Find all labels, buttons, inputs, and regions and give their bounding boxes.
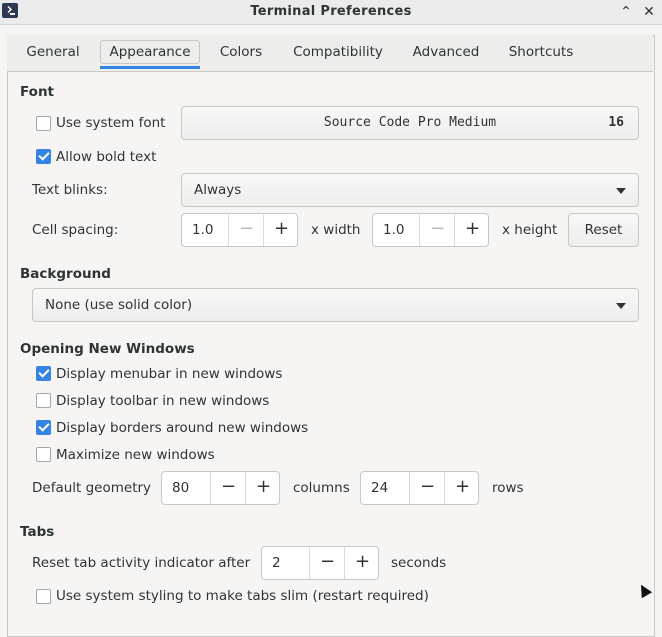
font-heading: Font [20, 84, 55, 100]
new-windows-heading: Opening New Windows [20, 341, 195, 357]
allow-bold-checkbox[interactable] [36, 149, 51, 164]
maximize-checkbox[interactable] [36, 447, 51, 462]
borders-label[interactable]: Display borders around new windows [56, 420, 308, 436]
columns-increment[interactable]: + [245, 472, 281, 504]
seconds-suffix-label: seconds [391, 555, 447, 571]
columns-spinner[interactable]: 80 − + [161, 471, 280, 505]
reset-activity-spinner[interactable]: 2 − + [261, 546, 379, 580]
tab-colors[interactable]: Colors [212, 35, 270, 71]
use-system-font-label[interactable]: Use system font [56, 115, 165, 131]
cell-spacing-label: Cell spacing: [32, 222, 119, 238]
background-dropdown[interactable]: None (use solid color) [32, 288, 639, 322]
cell-height-spinner[interactable]: 1.0 − + [372, 213, 489, 247]
background-heading: Background [20, 266, 111, 282]
slim-tabs-label[interactable]: Use system styling to make tabs slim (re… [56, 588, 429, 604]
maximize-label[interactable]: Maximize new windows [56, 447, 215, 463]
tab-compatibility[interactable]: Compatibility [285, 35, 391, 71]
cell-height-decrement[interactable]: − [419, 214, 455, 246]
columns-value[interactable]: 80 [172, 480, 189, 496]
toolbar-checkbox[interactable] [36, 393, 51, 408]
cell-width-value[interactable]: 1.0 [192, 222, 213, 238]
cell-height-increment[interactable]: + [454, 214, 490, 246]
active-tab-indicator [100, 66, 200, 69]
background-value: None (use solid color) [45, 297, 193, 313]
rows-value[interactable]: 24 [371, 480, 388, 496]
rows-suffix-label: rows [492, 480, 524, 496]
tab-general[interactable]: General [17, 35, 89, 71]
use-system-font-checkbox[interactable] [36, 116, 51, 131]
title-bar: Terminal Preferences ⌃ ✕ [0, 0, 662, 25]
columns-suffix-label: columns [293, 480, 350, 496]
dropdown-arrow-icon [616, 188, 626, 194]
window-title: Terminal Preferences [250, 4, 412, 19]
text-blinks-dropdown[interactable]: Always [181, 173, 639, 207]
cell-width-increment[interactable]: + [263, 214, 299, 246]
menubar-label[interactable]: Display menubar in new windows [56, 366, 282, 382]
reset-activity-value[interactable]: 2 [272, 555, 281, 571]
reset-spacing-button[interactable]: Reset [568, 213, 639, 247]
tab-advanced[interactable]: Advanced [405, 35, 487, 71]
text-blinks-value: Always [194, 182, 242, 198]
borders-checkbox[interactable] [36, 420, 51, 435]
toolbar-label[interactable]: Display toolbar in new windows [56, 393, 269, 409]
tabs-heading: Tabs [20, 524, 55, 540]
minimize-button[interactable]: ⌃ [617, 3, 635, 21]
rows-decrement[interactable]: − [409, 472, 445, 504]
slim-tabs-checkbox[interactable] [36, 589, 51, 604]
font-size: 16 [608, 115, 624, 130]
text-blinks-label: Text blinks: [32, 182, 108, 198]
width-suffix-label: x width [311, 222, 361, 238]
height-suffix-label: x height [502, 222, 558, 238]
font-name: Source Code Pro Medium [323, 115, 497, 130]
default-geometry-label: Default geometry [32, 480, 152, 496]
reset-activity-increment[interactable]: + [344, 547, 380, 579]
reset-activity-decrement[interactable]: − [309, 547, 345, 579]
menubar-checkbox[interactable] [36, 366, 51, 381]
dropdown-arrow-icon [616, 303, 626, 309]
allow-bold-label[interactable]: Allow bold text [56, 149, 156, 165]
tab-shortcuts[interactable]: Shortcuts [499, 35, 583, 71]
cell-width-decrement[interactable]: − [228, 214, 264, 246]
cell-width-spinner[interactable]: 1.0 − + [181, 213, 298, 247]
close-button[interactable]: ✕ [640, 3, 658, 21]
font-chooser-button[interactable]: Source Code Pro Medium 16 [181, 106, 639, 140]
rows-spinner[interactable]: 24 − + [360, 471, 479, 505]
rows-increment[interactable]: + [444, 472, 480, 504]
cell-height-value[interactable]: 1.0 [383, 222, 404, 238]
columns-decrement[interactable]: − [210, 472, 246, 504]
reset-activity-label: Reset tab activity indicator after [32, 555, 251, 571]
